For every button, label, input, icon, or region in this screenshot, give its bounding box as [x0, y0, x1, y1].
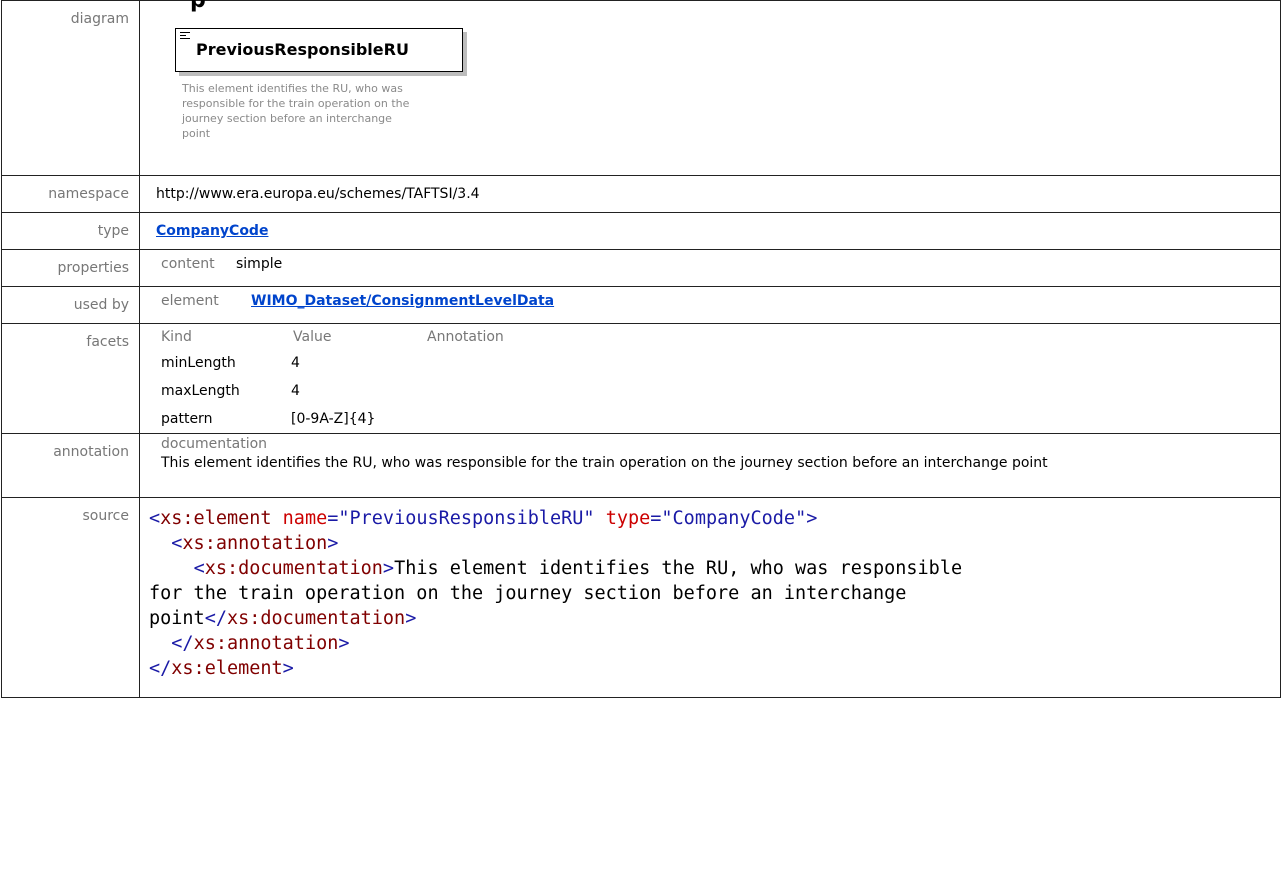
properties-cell: content simple	[139, 249, 1281, 287]
namespace-row: namespace http://www.era.europa.eu/schem…	[1, 175, 1281, 213]
diagram-cell: PreviousResponsibleRU This element ident…	[139, 0, 1281, 176]
properties-value: simple	[236, 256, 283, 272]
used-by-label: used by	[1, 286, 140, 324]
facets-table: Kind Value Annotation minLength 4 maxLen…	[156, 324, 1280, 433]
facet-row: minLength 4	[161, 349, 1280, 377]
namespace-cell: http://www.era.europa.eu/schemes/TAFTSI/…	[139, 175, 1281, 213]
page: p diagram PreviousResponsibleRU This ele…	[0, 0, 1282, 874]
element-icon	[180, 32, 190, 42]
used-by-cell: element WIMO_Dataset/ConsignmentLevelDat…	[139, 286, 1281, 324]
annotation-row: annotation documentation This element id…	[1, 433, 1281, 498]
facet-value: 4	[291, 355, 300, 371]
diagram: PreviousResponsibleRU This element ident…	[140, 1, 1280, 175]
element-doc-table: diagram PreviousResponsibleRU This eleme…	[1, 0, 1281, 698]
facet-value: 4	[291, 383, 300, 399]
properties-row: properties content simple	[1, 249, 1281, 287]
facet-value: [0-9A-Z]{4}	[291, 411, 376, 427]
source-label: source	[1, 497, 140, 698]
annotation-label: annotation	[1, 433, 140, 498]
facets-header-annotation: Annotation	[427, 329, 504, 345]
diagram-row: diagram PreviousResponsibleRU This eleme…	[1, 0, 1281, 176]
facets-cell: Kind Value Annotation minLength 4 maxLen…	[139, 323, 1281, 434]
annotation-cell: documentation This element identifies th…	[139, 433, 1281, 498]
element-node-doc: This element identifies the RU, who was …	[182, 82, 410, 140]
facet-kind: minLength	[161, 355, 236, 371]
used-by-link[interactable]: WIMO_Dataset/ConsignmentLevelData	[251, 293, 554, 309]
facets-row: facets Kind Value Annotation minLength 4…	[1, 323, 1281, 434]
type-row: type CompanyCode	[1, 212, 1281, 250]
facet-kind: maxLength	[161, 383, 240, 399]
source-row: source <xs:element name="PreviousRespons…	[1, 497, 1281, 698]
used-by-key: element	[161, 293, 219, 309]
facets-label: facets	[1, 323, 140, 434]
source-code: <xs:element name="PreviousResponsibleRU"…	[149, 508, 963, 679]
facet-row: maxLength 4	[161, 377, 1280, 405]
facets-header-kind: Kind	[161, 329, 192, 345]
source-cell: <xs:element name="PreviousResponsibleRU"…	[139, 497, 1281, 698]
element-node-name: PreviousResponsibleRU	[196, 40, 409, 59]
facet-kind: pattern	[161, 411, 213, 427]
used-by-row: used by element WIMO_Dataset/Consignment…	[1, 286, 1281, 324]
type-link[interactable]: CompanyCode	[156, 223, 268, 239]
type-label: type	[1, 212, 140, 250]
properties-key: content	[161, 256, 215, 272]
type-cell: CompanyCode	[139, 212, 1281, 250]
namespace-value: http://www.era.europa.eu/schemes/TAFTSI/…	[156, 186, 480, 202]
element-node[interactable]: PreviousResponsibleRU	[175, 28, 463, 72]
properties-label: properties	[1, 249, 140, 287]
page-heading: p	[190, 0, 206, 13]
annotation-text: This element identifies the RU, who was …	[161, 455, 1048, 471]
facet-row: pattern [0-9A-Z]{4}	[161, 405, 1280, 433]
namespace-label: namespace	[1, 175, 140, 213]
annotation-caption: documentation	[161, 436, 268, 452]
diagram-label: diagram	[1, 0, 140, 176]
facets-header-value: Value	[293, 329, 332, 345]
facets-header: Kind Value Annotation	[161, 329, 1280, 349]
